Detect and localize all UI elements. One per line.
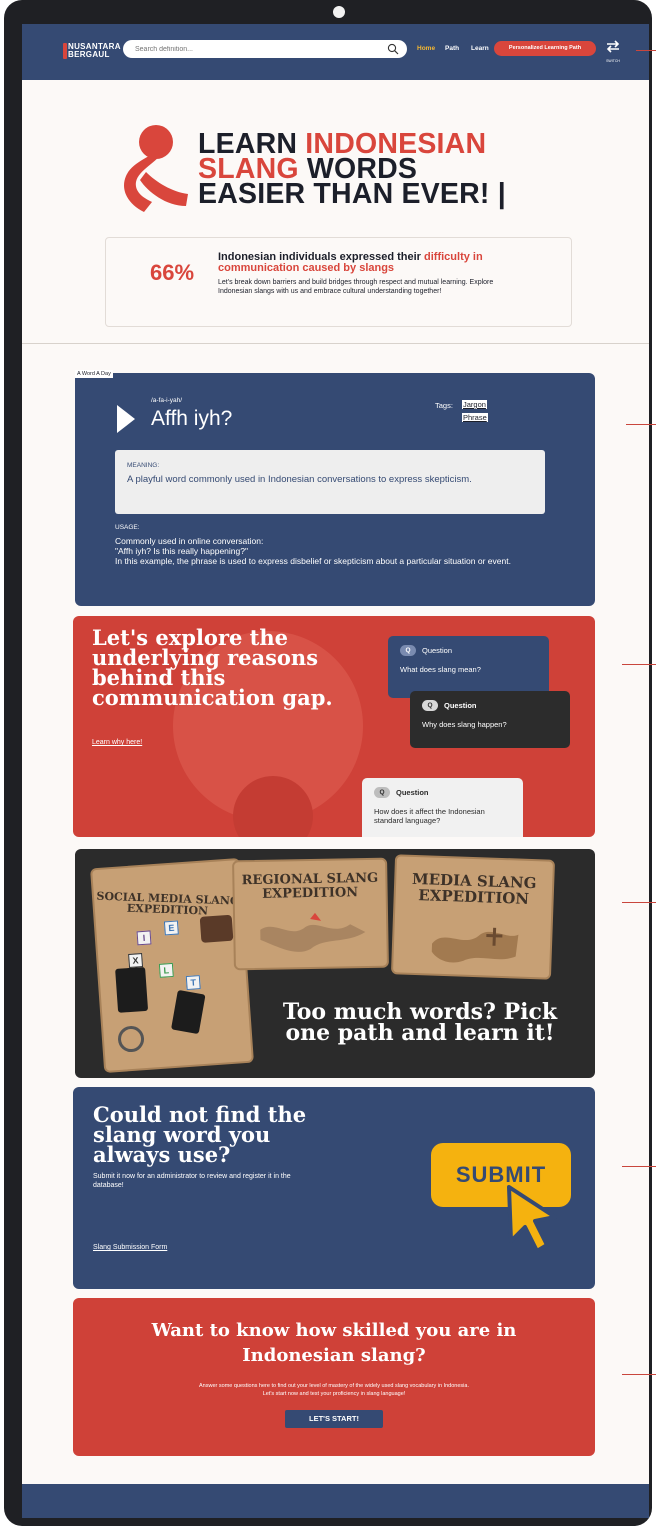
proficiency-quiz-section: Want to know how skilled you are in Indo… (73, 1298, 595, 1456)
letter-tile: T (185, 975, 201, 991)
search-icon[interactable] (387, 43, 399, 55)
path-card-social-media[interactable]: SOCIAL MEDIA SLANG EXPEDITION I E X L T (90, 858, 254, 1073)
map-illustration (260, 912, 366, 952)
logo-line2: BERGAUL (68, 50, 110, 59)
annotation-line (622, 1374, 656, 1375)
quiz-title: Want to know how skilled you are in Indo… (151, 1320, 517, 1366)
statistic-card: 66% Indonesian individuals expressed the… (105, 237, 572, 327)
personalized-learning-path-button[interactable]: Personalized Learning Path (494, 41, 596, 56)
lets-start-button[interactable]: LET'S START! (285, 1410, 383, 1428)
path-card-media[interactable]: MEDIA SLANG EXPEDITION (390, 854, 556, 980)
stat-body: Let's break down barriers and build brid… (218, 279, 494, 295)
question-card[interactable]: Q Question What does slang mean? (388, 636, 549, 698)
reasons-section: Let's explore the underlying reasons beh… (73, 616, 595, 837)
switch-button[interactable]: SWITCH (600, 40, 626, 63)
submit-title: Could not find the slang word you always… (93, 1102, 307, 1167)
section-tag: A Word A Day (75, 370, 113, 378)
question-text: Why does slang happen? (422, 720, 507, 729)
pronunciation: /a-fa-i-yah/ (151, 397, 183, 404)
usage-label: USAGE: (115, 524, 140, 531)
submit-body: Submit it now for an administrator to re… (93, 1173, 291, 1189)
nav-link-home[interactable]: Home (417, 45, 435, 52)
word-of-the-day-card: A Word A Day /a-fa-i-yah/ Affh iyh? Tags… (75, 370, 595, 606)
question-title: Question (422, 646, 453, 655)
path-card-regional[interactable]: REGIONAL SLANG EXPEDITION (232, 857, 389, 971)
question-badge: Q (400, 645, 416, 656)
hero-title-line3: EASIER THAN EVER! | (198, 178, 506, 210)
question-text: What does slang mean? (400, 665, 481, 674)
logo[interactable]: NUSANTARA BERGAUL (63, 43, 121, 59)
search-input[interactable] (135, 42, 375, 56)
quiz-body: Answer some questions here to find out y… (143, 1383, 525, 1398)
phone-illustration (115, 966, 149, 1013)
compass-illustration (117, 1025, 145, 1053)
footer (22, 1484, 649, 1518)
screen: NUSANTARA BERGAUL Home Path Learn Person… (22, 24, 649, 1518)
quote-mark-icon (124, 125, 188, 212)
learning-paths-section: SOCIAL MEDIA SLANG EXPEDITION I E X L T … (75, 849, 595, 1078)
paths-title: Too much words? Pick one path and learn … (282, 999, 558, 1046)
letter-tile: L (158, 962, 174, 978)
switch-icon (606, 40, 620, 53)
cursor-icon (507, 1185, 557, 1253)
stat-percent: 66% (150, 260, 195, 285)
question-title: Question (444, 701, 477, 710)
meaning-text: A playful word commonly used in Indonesi… (127, 474, 472, 485)
usage-text: Commonly used in online conversation: "A… (115, 536, 565, 566)
nav-link-learn[interactable]: Learn (471, 45, 489, 52)
usage-line-3: In this example, the phrase is used to e… (115, 556, 511, 566)
letter-tile: I (136, 930, 152, 946)
map-illustration (431, 927, 519, 963)
question-text: How does it affect the Indonesian standa… (374, 807, 485, 825)
nav-link-path[interactable]: Path (445, 45, 459, 52)
stat-headline: Indonesian individuals expressed their d… (218, 252, 548, 274)
annotation-line (636, 50, 656, 51)
annotation-line (622, 1166, 656, 1167)
path-card-title: REGIONAL SLANG EXPEDITION (241, 870, 379, 902)
tag-jargon[interactable]: Jargon (462, 400, 487, 409)
hero-title: LEARN INDONESIAN SLANG WORDS EASIER THAN… (198, 130, 506, 210)
meaning-box: MEANING: A playful word commonly used in… (115, 450, 545, 514)
usage-line-2: "Affh iyh? Is this really happening?" (115, 546, 248, 556)
logo-mark (63, 43, 67, 59)
tag-phrase[interactable]: Phrase (462, 413, 488, 422)
word-title: Affh iyh? (151, 407, 233, 430)
play-audio-icon[interactable] (117, 405, 135, 433)
camera-dot (333, 6, 345, 18)
question-card[interactable]: Q Question How does it affect the Indones… (362, 778, 523, 837)
radio-illustration (199, 914, 234, 943)
navbar: NUSANTARA BERGAUL Home Path Learn Person… (22, 24, 649, 80)
question-card[interactable]: Q Question Why does slang happen? (410, 691, 570, 748)
annotation-line (622, 902, 656, 903)
submission-section: Could not find the slang word you always… (73, 1087, 595, 1289)
tags-label: Tags: (435, 401, 453, 410)
reasons-title: Let's explore the underlying reasons beh… (92, 625, 333, 710)
section-divider (22, 343, 649, 344)
usage-line-1: Commonly used in online conversation: (115, 536, 264, 546)
search-bar (123, 40, 407, 58)
switch-label: SWITCH (606, 59, 620, 63)
question-title: Question (396, 788, 429, 797)
letter-tile: E (163, 920, 179, 936)
device-frame: NUSANTARA BERGAUL Home Path Learn Person… (4, 0, 652, 1526)
slang-submission-form-link[interactable]: Slang Submission Form (93, 1244, 167, 1251)
phone-illustration (171, 989, 206, 1035)
annotation-line (626, 424, 656, 425)
question-badge: Q (374, 787, 390, 798)
learn-why-link[interactable]: Learn why here! (92, 739, 142, 746)
meaning-label: MEANING: (127, 462, 160, 469)
letter-tile: X (128, 953, 144, 969)
quiz-body-line-2: Let's start now and test your proficienc… (262, 1390, 406, 1397)
annotation-line (622, 664, 656, 665)
quiz-body-line-1: Answer some questions here to find out y… (199, 1383, 469, 1389)
path-card-title: SOCIAL MEDIA SLANG EXPEDITION (96, 889, 240, 918)
question-badge: Q (422, 700, 438, 711)
path-card-title: MEDIA SLANG EXPEDITION (411, 869, 537, 908)
